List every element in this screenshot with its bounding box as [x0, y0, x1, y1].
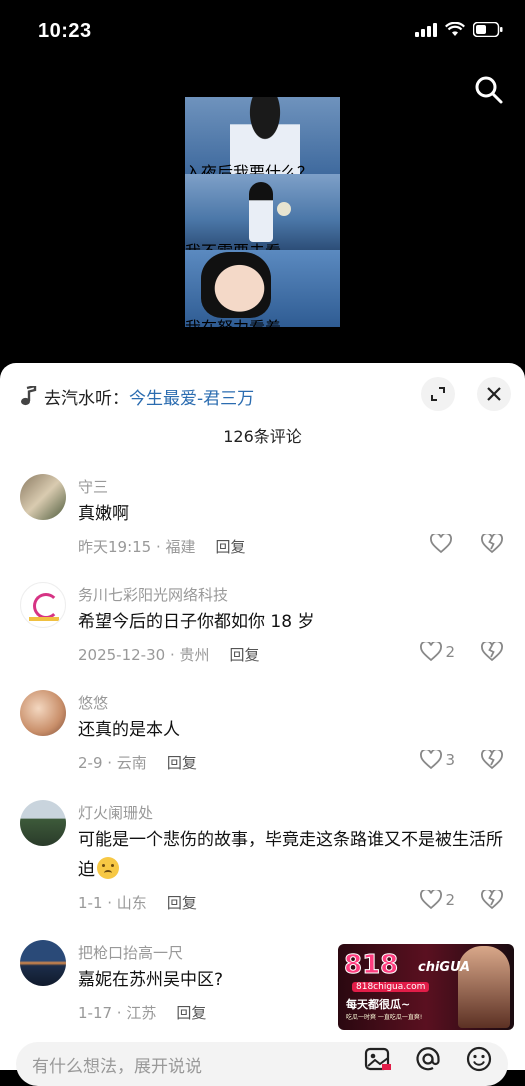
comment-count: 126条评论: [223, 427, 302, 446]
video-player[interactable]: 入夜后我要什么？ 我不需要去看 我在努力看着: [185, 97, 340, 327]
dislike-button[interactable]: [481, 640, 503, 666]
like-count: 2: [445, 643, 455, 661]
like-button[interactable]: 2: [420, 890, 455, 910]
comment-meta: 昨天19:15 · 福建 回复: [78, 536, 246, 557]
comment-text-content: 可能是一个悲伤的故事，毕竟走这条路谁又不是被生活所迫: [78, 830, 503, 880]
ad-logo-word: chiGUA: [418, 960, 471, 975]
like-button[interactable]: 3: [420, 750, 455, 770]
heart-icon: [420, 750, 443, 770]
reply-button[interactable]: 回复: [176, 1004, 206, 1022]
close-icon: [487, 387, 501, 401]
comment-time-location: 2025-12-30 · 贵州: [78, 646, 210, 664]
battery-icon: [473, 22, 503, 37]
system-icons: [415, 22, 503, 37]
comment-username[interactable]: 把枪口抬高一尺: [78, 942, 183, 963]
music-note-icon: [21, 386, 37, 406]
avatar[interactable]: [20, 582, 66, 628]
signal-icon: [415, 22, 437, 37]
heart-icon: [430, 534, 452, 554]
music-song: 今生最爱-君三万: [129, 388, 255, 409]
search-button[interactable]: [473, 74, 505, 106]
avatar[interactable]: [20, 474, 66, 520]
comment-meta: 2-9 · 云南 回复: [78, 752, 197, 773]
emoji-button[interactable]: [466, 1046, 492, 1076]
reply-button[interactable]: 回复: [167, 894, 197, 912]
sad-face-emoji-icon: [97, 857, 119, 879]
avatar[interactable]: [20, 800, 66, 846]
comment-text: 可能是一个悲伤的故事，毕竟走这条路谁又不是被生活所迫: [78, 825, 508, 885]
wifi-icon: [445, 22, 465, 36]
ad-url: 818chigua.com: [352, 982, 430, 992]
comment-meta: 1-17 · 江苏 回复: [78, 1002, 206, 1023]
image-button[interactable]: [364, 1046, 392, 1076]
comment-text: 真嫩啊: [78, 504, 129, 524]
mention-button[interactable]: [415, 1046, 441, 1076]
music-prefix: 去汽水听：: [44, 388, 129, 409]
ad-person-image: [458, 946, 510, 1028]
comment-meta: 1-1 · 山东 回复: [78, 892, 197, 913]
at-icon: [416, 1047, 440, 1071]
ad-slogan: 每天都很瓜~: [346, 998, 411, 1011]
image-icon: [364, 1047, 391, 1071]
comment-username[interactable]: 悠悠: [78, 692, 108, 713]
heart-icon: [420, 642, 443, 662]
emoji-icon: [466, 1046, 492, 1072]
ad-banner[interactable]: 818 chiGUA 818chigua.com 每天都很瓜~ 吃瓜一时爽 一直…: [338, 944, 514, 1030]
comment-time-location: 1-17 · 江苏: [78, 1004, 157, 1022]
avatar[interactable]: [20, 940, 66, 986]
comment-input-placeholder: 有什么想法，展开说说: [32, 1057, 202, 1077]
comment-text: 嘉妮在苏州吴中区?: [78, 970, 224, 990]
search-icon: [475, 76, 503, 104]
comment-input-bar: 有什么想法，展开说说: [0, 1030, 525, 1086]
avatar[interactable]: [20, 690, 66, 736]
like-button[interactable]: [430, 534, 455, 554]
heart-icon: [420, 890, 443, 910]
status-bar: 10:23: [0, 0, 525, 64]
ad-subtext: 吃瓜一时爽 一直吃瓜一直爽!: [346, 1014, 423, 1021]
comment-time-location: 2-9 · 云南: [78, 754, 147, 772]
comment-text: 希望今后的日子你都如你 18 岁: [78, 612, 315, 632]
comment-time-location: 昨天19:15 · 福建: [78, 538, 196, 556]
comment-text: 还真的是本人: [78, 720, 180, 740]
like-count: 3: [445, 751, 455, 769]
like-count: 2: [445, 891, 455, 909]
music-link[interactable]: 去汽水听： 今生最爱-君三万: [20, 383, 254, 409]
expand-icon: [431, 387, 445, 401]
dislike-button[interactable]: [481, 748, 503, 774]
reply-button[interactable]: 回复: [216, 538, 246, 556]
comment-time-location: 1-1 · 山东: [78, 894, 147, 912]
dislike-button[interactable]: [481, 532, 503, 558]
reply-button[interactable]: 回复: [167, 754, 197, 772]
close-button[interactable]: [477, 377, 511, 411]
dislike-button[interactable]: [481, 888, 503, 914]
comment-username[interactable]: 务川七彩阳光网络科技: [78, 584, 228, 605]
comment-username[interactable]: 灯火阑珊处: [78, 802, 153, 823]
video-caption-3: 我在努力看着: [185, 314, 281, 327]
broken-heart-icon: [481, 532, 503, 554]
expand-button[interactable]: [421, 377, 455, 411]
broken-heart-icon: [481, 748, 503, 770]
like-button[interactable]: 2: [420, 642, 455, 662]
broken-heart-icon: [481, 640, 503, 662]
comment-meta: 2025-12-30 · 贵州 回复: [78, 644, 260, 665]
broken-heart-icon: [481, 888, 503, 910]
status-time: 10:23: [38, 20, 92, 42]
reply-button[interactable]: 回复: [229, 646, 259, 664]
ad-logo-number: 818: [343, 950, 399, 981]
comment-username[interactable]: 守三: [78, 476, 108, 497]
